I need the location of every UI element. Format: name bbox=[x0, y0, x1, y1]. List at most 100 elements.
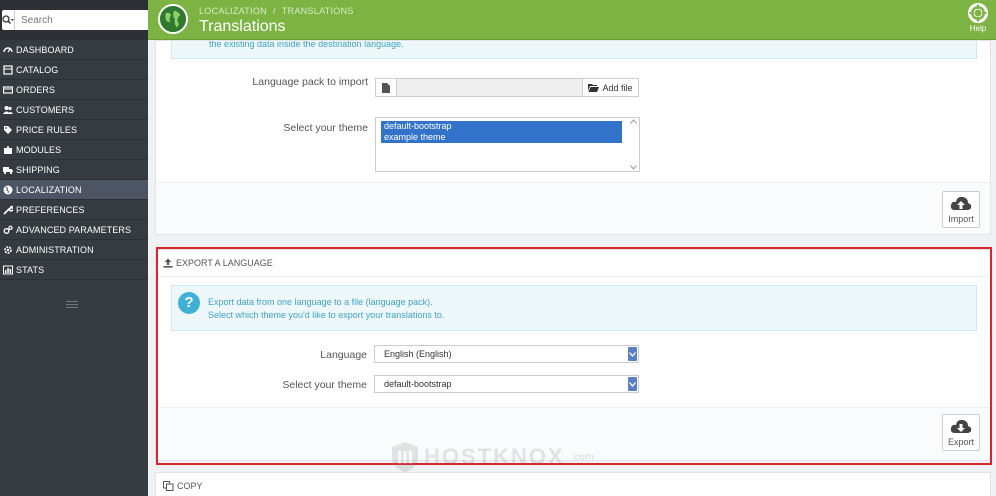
export-language-panel: EXPORT A LANGUAGE ? Export data from one… bbox=[155, 249, 991, 461]
file-icon bbox=[376, 79, 397, 96]
export-theme-value: default-bootstrap bbox=[384, 379, 452, 389]
gear-icon bbox=[3, 245, 13, 255]
import-panel-footer: Import bbox=[156, 182, 990, 234]
tag-icon bbox=[3, 125, 13, 135]
multiselect-scrollbar[interactable] bbox=[629, 119, 638, 170]
nav-advanced-parameters[interactable]: Advanced Parameters bbox=[0, 220, 148, 240]
orders-icon bbox=[3, 85, 13, 95]
truck-icon bbox=[3, 165, 13, 175]
localization-globe-icon bbox=[158, 4, 188, 34]
export-theme-select[interactable]: default-bootstrap bbox=[374, 375, 639, 393]
search-icon bbox=[2, 15, 14, 24]
question-icon: ? bbox=[178, 292, 200, 314]
nav-administration[interactable]: Administration bbox=[0, 240, 148, 260]
chevron-down-icon bbox=[628, 377, 637, 391]
copy-icon bbox=[163, 481, 174, 491]
import-button-label: Import bbox=[948, 214, 974, 224]
nav-label: Localization bbox=[16, 184, 82, 195]
wrench-icon bbox=[3, 205, 13, 215]
page-title: Translations bbox=[199, 18, 286, 35]
export-panel-heading: EXPORT A LANGUAGE bbox=[156, 250, 990, 277]
breadcrumb-item-translations[interactable]: TRANSLATIONS bbox=[282, 6, 354, 16]
export-panel-title: EXPORT A LANGUAGE bbox=[176, 258, 273, 268]
nav-label: Price Rules bbox=[16, 124, 78, 135]
export-language-label: Language bbox=[320, 349, 367, 361]
export-button[interactable]: Export bbox=[942, 414, 980, 451]
lifebuoy-icon bbox=[968, 3, 988, 23]
nav-label: Customers bbox=[16, 104, 75, 115]
catalog-icon bbox=[3, 64, 13, 75]
import-alert-text: the existing data inside the destination… bbox=[209, 41, 404, 49]
export-info-line-2: Select which theme you'd like to export … bbox=[208, 310, 445, 320]
nav-orders[interactable]: Orders bbox=[0, 80, 148, 100]
export-language-value: English (English) bbox=[384, 349, 452, 359]
page-header: LOCALIZATION / TRANSLATIONS Translations H… bbox=[148, 0, 996, 40]
import-language-panel: the existing data inside the destination… bbox=[155, 40, 991, 235]
main-content: the existing data inside the destination… bbox=[148, 40, 996, 496]
language-pack-file-input[interactable]: Add file bbox=[375, 78, 639, 97]
sidebar-collapse-icon[interactable] bbox=[66, 301, 78, 309]
help-label: Help bbox=[969, 24, 987, 33]
nav-label: Modules bbox=[16, 144, 62, 155]
breadcrumb: LOCALIZATION / TRANSLATIONS bbox=[199, 6, 354, 16]
nav-dashboard[interactable]: Dashboard bbox=[0, 40, 148, 60]
nav-stats[interactable]: Stats bbox=[0, 260, 148, 280]
nav-price-rules[interactable]: Price Rules bbox=[0, 120, 148, 140]
breadcrumb-item-localization[interactable]: LOCALIZATION bbox=[199, 6, 267, 16]
copy-panel-title: COPY bbox=[177, 481, 203, 491]
chevron-down-icon bbox=[630, 165, 637, 170]
copy-panel-heading: COPY bbox=[156, 473, 990, 496]
help-button[interactable]: Help bbox=[966, 3, 990, 33]
copy-panel: COPY bbox=[155, 472, 991, 496]
search-bar bbox=[0, 0, 153, 40]
folder-open-icon bbox=[588, 84, 600, 92]
add-file-label: Add file bbox=[602, 82, 633, 93]
bar-chart-icon bbox=[3, 265, 13, 275]
import-theme-multiselect[interactable]: default-bootstrap example theme bbox=[375, 117, 640, 172]
nav-label: Shipping bbox=[16, 164, 60, 175]
theme-option-example-theme[interactable]: example theme bbox=[381, 132, 622, 143]
export-language-select[interactable]: English (English) bbox=[374, 345, 639, 363]
nav-label: Stats bbox=[16, 264, 45, 275]
language-pack-label: Language pack to import bbox=[252, 76, 368, 88]
file-name-display bbox=[397, 79, 582, 96]
export-button-label: Export bbox=[947, 437, 974, 447]
nav-label: Catalog bbox=[16, 64, 59, 75]
cloud-download-icon bbox=[950, 419, 972, 433]
import-button[interactable]: Import bbox=[942, 191, 980, 228]
puzzle-icon bbox=[3, 145, 13, 155]
watermark-domain: .com bbox=[570, 451, 595, 463]
main-nav: Dashboard Catalog Orders Customers Price… bbox=[0, 40, 148, 280]
cloud-upload-icon bbox=[950, 196, 972, 210]
chevron-down-icon bbox=[628, 347, 637, 361]
nav-label: Administration bbox=[16, 244, 94, 255]
watermark-text: HOSTKNOX bbox=[424, 444, 565, 469]
theme-option-default-bootstrap[interactable]: default-bootstrap bbox=[381, 121, 622, 132]
search-type-button[interactable] bbox=[2, 10, 15, 30]
dashboard-icon bbox=[3, 45, 13, 55]
chevron-up-icon bbox=[630, 119, 637, 124]
nav-customers[interactable]: Customers bbox=[0, 100, 148, 120]
customers-icon bbox=[3, 105, 13, 115]
nav-label: Preferences bbox=[16, 204, 85, 215]
cogs-icon bbox=[3, 225, 13, 235]
export-info-line-1: Export data from one language to a file … bbox=[208, 297, 433, 307]
watermark: HOSTKNOX .com bbox=[392, 442, 594, 472]
nav-label: Advanced Parameters bbox=[16, 224, 132, 235]
globe-icon bbox=[3, 185, 13, 195]
nav-modules[interactable]: Modules bbox=[0, 140, 148, 160]
nav-catalog[interactable]: Catalog bbox=[0, 60, 148, 80]
search-input[interactable] bbox=[15, 10, 153, 30]
upload-icon bbox=[163, 258, 173, 268]
nav-localization[interactable]: Localization bbox=[0, 180, 148, 200]
nav-label: Orders bbox=[16, 84, 56, 95]
hostknox-logo-icon bbox=[392, 442, 418, 472]
import-alert: the existing data inside the destination… bbox=[171, 41, 977, 59]
add-file-button[interactable]: Add file bbox=[582, 79, 638, 96]
nav-shipping[interactable]: Shipping bbox=[0, 160, 148, 180]
export-info-alert: ? Export data from one language to a fil… bbox=[171, 285, 977, 331]
nav-preferences[interactable]: Preferences bbox=[0, 200, 148, 220]
export-theme-label: Select your theme bbox=[282, 379, 367, 391]
sidebar: Dashboard Catalog Orders Customers Price… bbox=[0, 0, 153, 496]
import-theme-label: Select your theme bbox=[283, 122, 368, 134]
